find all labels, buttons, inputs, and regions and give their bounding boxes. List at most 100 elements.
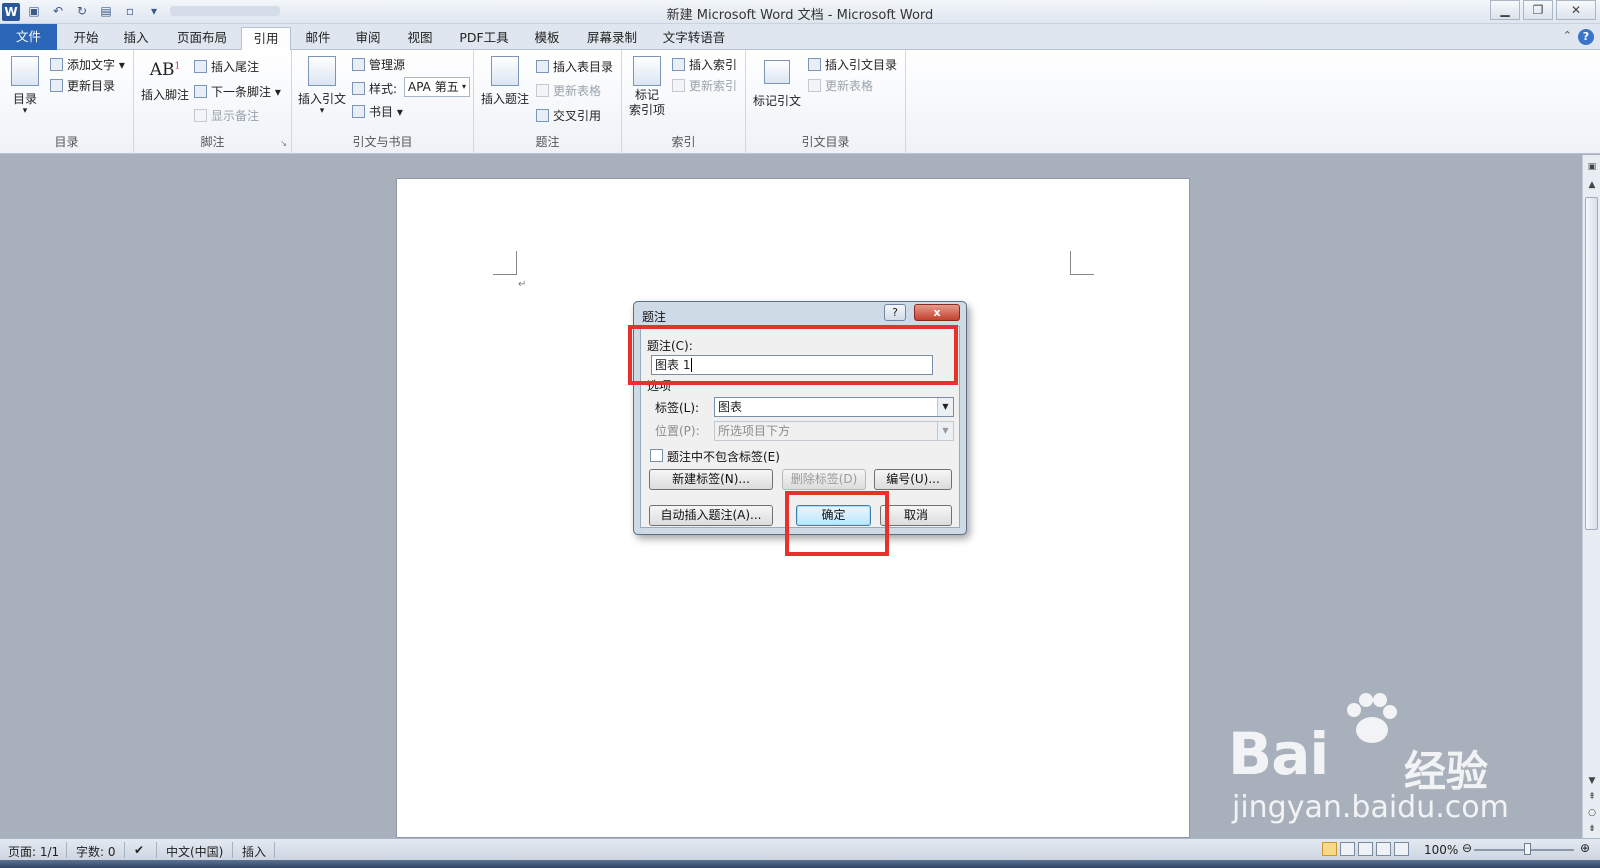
tab-page-layout[interactable]: 页面布局	[170, 27, 234, 50]
dialog-help-button[interactable]: ?	[884, 304, 906, 321]
scroll-thumb[interactable]	[1585, 197, 1598, 530]
insert-citation-button[interactable]: 插入引文 ▾	[296, 56, 348, 116]
update-table-button[interactable]: 更新表格	[536, 82, 601, 99]
show-notes-button[interactable]: 显示备注	[194, 107, 259, 124]
minimize-ribbon-icon[interactable]: ⌃	[1563, 29, 1572, 42]
zoom-in-icon[interactable]: ⊕	[1580, 841, 1590, 855]
insert-toa-button[interactable]: 插入引文目录	[808, 56, 897, 73]
update-toa-icon	[808, 79, 821, 92]
dialog-launcher-icon[interactable]: ↘	[280, 139, 287, 148]
delete-label-button[interactable]: 删除标签(D)	[782, 469, 866, 490]
group-toa: 标记引文 插入引文目录 更新表格 引文目录	[746, 50, 906, 154]
manage-sources-button[interactable]: 管理源	[352, 56, 405, 73]
update-toc-icon	[50, 79, 63, 92]
next-page-icon[interactable]: ⇟	[1586, 823, 1598, 835]
scroll-down-icon[interactable]: ▼	[1586, 775, 1598, 787]
position-select[interactable]: 所选项目下方 ▼	[714, 421, 954, 441]
tab-text-to-speech[interactable]: 文字转语音	[656, 27, 732, 50]
tab-pdf-tools[interactable]: PDF工具	[452, 27, 516, 50]
toc-icon	[11, 56, 39, 86]
zoom-out-icon[interactable]: ⊖	[1462, 841, 1472, 855]
tab-references[interactable]: 引用	[241, 27, 291, 51]
insert-index-icon	[672, 58, 685, 71]
group-toc: 目录 ▾ 添加文字 ▾ 更新目录 目录	[0, 50, 134, 154]
footnote-icon: AB1	[149, 60, 181, 80]
proofing-icon[interactable]: ✔	[134, 843, 144, 857]
word-count[interactable]: 字数: 0	[76, 843, 116, 860]
insert-mode[interactable]: 插入	[242, 843, 266, 860]
zoom-slider-thumb[interactable]	[1524, 843, 1531, 855]
close-button[interactable]: ✕	[1556, 0, 1596, 20]
vertical-scrollbar[interactable]: ▣ ▲ ▼ ⇞ ○ ⇟	[1582, 155, 1600, 838]
outline-icon[interactable]	[1376, 842, 1391, 856]
next-footnote-button[interactable]: 下一条脚注 ▾	[194, 83, 281, 100]
mark-citation-button[interactable]: 标记引文	[752, 60, 802, 109]
scroll-up-icon[interactable]: ▲	[1586, 179, 1598, 191]
tab-screen-record[interactable]: 屏幕录制	[578, 27, 646, 50]
language-indicator[interactable]: 中文(中国)	[166, 843, 223, 860]
ruler-toggle-icon[interactable]: ▣	[1586, 161, 1598, 173]
exclude-label-checkbox[interactable]	[650, 449, 663, 462]
caption-input[interactable]: 图表 1	[651, 355, 933, 375]
restore-button[interactable]: ❐	[1523, 0, 1553, 20]
window-title: 新建 Microsoft Word 文档 - Microsoft Word	[666, 8, 934, 23]
tab-templates[interactable]: 模板	[527, 27, 567, 50]
mark-entry-button[interactable]: 标记 索引项	[628, 56, 666, 118]
update-toc-button[interactable]: 更新目录	[50, 77, 115, 94]
insert-footnote-button[interactable]: AB1 插入脚注	[140, 60, 190, 103]
group-label-toa: 引文目录	[801, 135, 850, 149]
browse-object-icon[interactable]: ○	[1586, 807, 1598, 819]
insert-table-of-figures-button[interactable]: 插入表目录	[536, 58, 613, 75]
insert-toa-icon	[808, 58, 821, 71]
update-toa-button[interactable]: 更新表格	[808, 77, 873, 94]
tab-view[interactable]: 视图	[400, 27, 440, 50]
add-text-icon	[50, 58, 63, 71]
cancel-button[interactable]: 取消	[880, 505, 952, 526]
style-select[interactable]: APA 第五 ▾	[404, 77, 470, 97]
tab-home[interactable]: 开始	[66, 27, 106, 50]
insert-index-button[interactable]: 插入索引	[672, 56, 737, 73]
chevron-down-icon: ▾	[461, 82, 466, 91]
full-screen-reading-icon[interactable]	[1340, 842, 1355, 856]
numbering-button[interactable]: 编号(U)...	[874, 469, 952, 490]
group-label-footnotes: 脚注	[200, 135, 225, 149]
insert-caption-button[interactable]: 插入题注	[478, 56, 532, 107]
update-index-button[interactable]: 更新索引	[672, 77, 737, 94]
print-layout-icon[interactable]	[1322, 842, 1337, 856]
dialog-close-button[interactable]: x	[914, 304, 960, 321]
paragraph-mark: ↵	[518, 279, 527, 290]
endnote-icon	[194, 60, 207, 73]
dialog-body: 题注(C): 图表 1 选项 标签(L): 图表 ▼ 位置(P): 所选项目下方 ▼…	[640, 326, 960, 528]
new-label-button[interactable]: 新建标签(N)...	[649, 469, 773, 490]
add-text-button[interactable]: 添加文字 ▾	[50, 56, 125, 73]
crop-mark	[493, 251, 517, 275]
zoom-level[interactable]: 100%	[1424, 843, 1458, 857]
options-label: 选项	[647, 379, 672, 393]
web-layout-icon[interactable]	[1358, 842, 1373, 856]
group-citations: 插入引文 ▾ 管理源 样式: 书目 ▾ 引文与书目	[292, 50, 474, 154]
draft-icon[interactable]	[1394, 842, 1409, 856]
update-table-icon	[536, 84, 549, 97]
tab-mailings[interactable]: 邮件	[298, 27, 338, 50]
toc-button[interactable]: 目录 ▾	[8, 56, 42, 116]
window-controls: ▁ ❐ ✕	[1487, 0, 1596, 20]
bibliography-icon	[352, 105, 365, 118]
tab-file[interactable]: 文件	[0, 24, 57, 50]
help-icon[interactable]: ?	[1578, 29, 1594, 45]
group-index: 标记 索引项 插入索引 更新索引 索引	[622, 50, 746, 154]
previous-page-icon[interactable]: ⇞	[1586, 791, 1598, 803]
cross-reference-button[interactable]: 交叉引用	[536, 107, 601, 124]
label-select[interactable]: 图表 ▼	[714, 397, 954, 417]
update-index-icon	[672, 79, 685, 92]
insert-endnote-button[interactable]: 插入尾注	[194, 58, 259, 75]
insert-citation-icon	[308, 56, 336, 86]
ok-button[interactable]: 确定	[796, 505, 871, 526]
status-separator	[66, 842, 67, 858]
tab-review[interactable]: 审阅	[348, 27, 388, 50]
tab-insert[interactable]: 插入	[116, 27, 156, 50]
group-captions: 插入题注 插入表目录 更新表格 交叉引用 题注	[474, 50, 622, 154]
minimize-button[interactable]: ▁	[1490, 0, 1520, 20]
autocaption-button[interactable]: 自动插入题注(A)...	[649, 505, 773, 526]
bibliography-button[interactable]: 书目 ▾	[352, 103, 403, 120]
page-count[interactable]: 页面: 1/1	[8, 843, 59, 860]
